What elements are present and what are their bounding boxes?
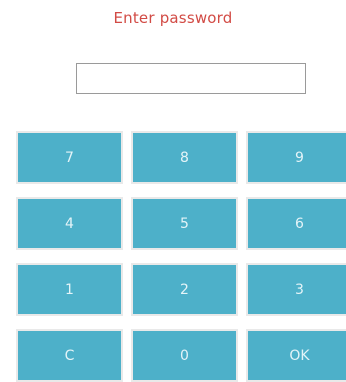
numeric-keypad: 7 8 9 4 5 6 1 2 3 C 0 OK [16,131,346,382]
password-input[interactable] [76,63,306,94]
page-title: Enter password [113,9,233,27]
key-5[interactable]: 5 [131,197,238,250]
key-6[interactable]: 6 [246,197,346,250]
key-4[interactable]: 4 [16,197,123,250]
key-8[interactable]: 8 [131,131,238,184]
key-2[interactable]: 2 [131,263,238,316]
key-0[interactable]: 0 [131,329,238,382]
key-7[interactable]: 7 [16,131,123,184]
key-1[interactable]: 1 [16,263,123,316]
key-3[interactable]: 3 [246,263,346,316]
key-9[interactable]: 9 [246,131,346,184]
clear-key[interactable]: C [16,329,123,382]
ok-key[interactable]: OK [246,329,346,382]
